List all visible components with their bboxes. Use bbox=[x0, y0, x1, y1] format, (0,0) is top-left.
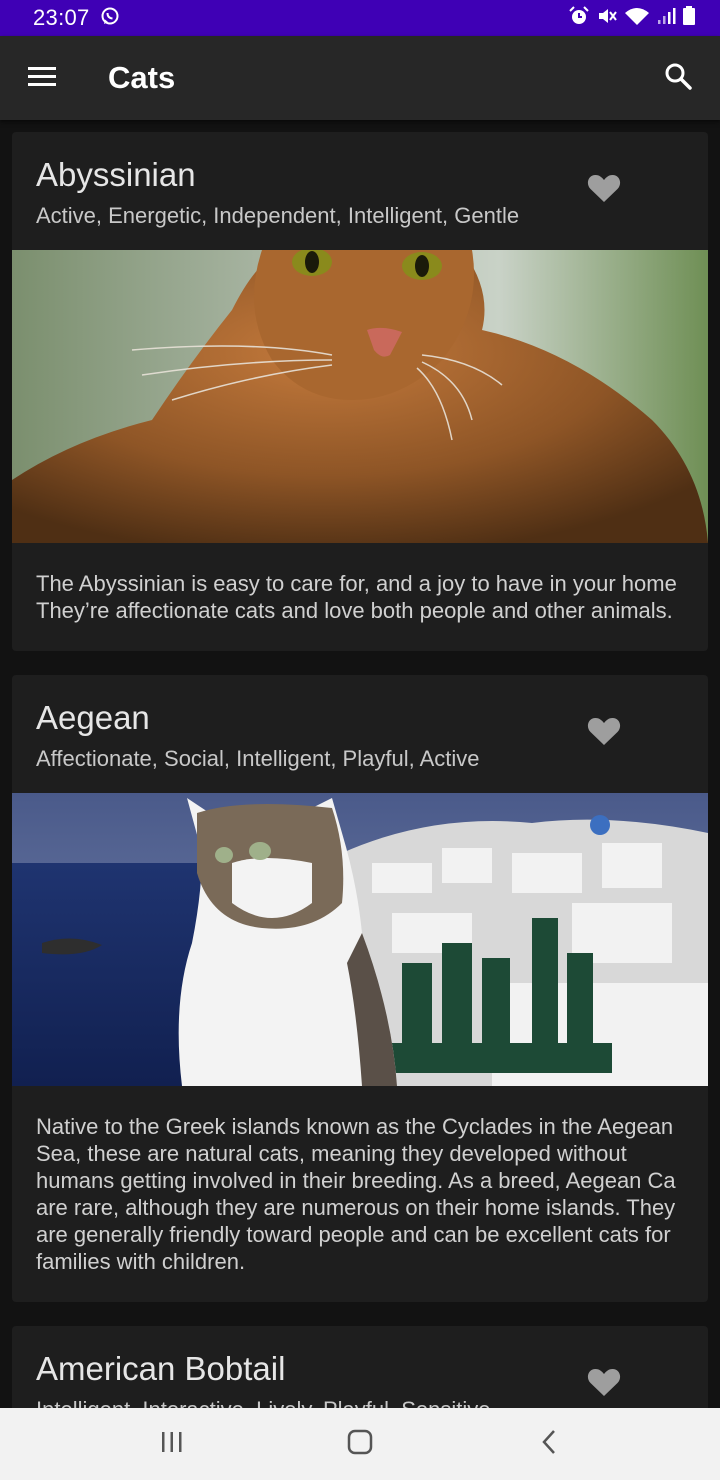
recent-apps-button[interactable] bbox=[152, 1426, 192, 1462]
whatsapp-icon bbox=[100, 6, 120, 31]
back-icon bbox=[540, 1429, 560, 1460]
favorite-button[interactable] bbox=[584, 1364, 624, 1404]
cat-list[interactable]: Abyssinian Active, Energetic, Independen… bbox=[0, 120, 720, 1408]
cat-traits: Active, Energetic, Independent, Intellig… bbox=[36, 203, 520, 228]
cat-card-abyssinian[interactable]: Abyssinian Active, Energetic, Independen… bbox=[12, 132, 708, 651]
search-icon bbox=[663, 61, 693, 96]
battery-icon bbox=[682, 5, 696, 31]
menu-button[interactable] bbox=[0, 36, 84, 120]
app-toolbar: Cats bbox=[0, 36, 720, 120]
cat-photo bbox=[12, 250, 708, 543]
recent-apps-icon bbox=[159, 1430, 185, 1459]
cat-traits: Intelligent, Interactive, Lively, Playfu… bbox=[36, 1397, 490, 1408]
page-title: Cats bbox=[108, 60, 176, 95]
cat-name: Abyssinian bbox=[36, 156, 196, 193]
mute-icon bbox=[596, 6, 618, 31]
card-header: American Bobtail Intelligent, Interactiv… bbox=[12, 1326, 708, 1408]
cat-name: American Bobtail bbox=[36, 1350, 286, 1387]
heart-icon bbox=[587, 716, 621, 751]
status-time: 23:07 bbox=[33, 5, 90, 30]
menu-icon bbox=[27, 65, 57, 92]
cat-traits: Affectionate, Social, Intelligent, Playf… bbox=[36, 746, 480, 771]
back-button[interactable] bbox=[530, 1426, 570, 1462]
heart-icon bbox=[587, 1367, 621, 1402]
card-header: Aegean Affectionate, Social, Intelligent… bbox=[12, 675, 708, 793]
alarm-icon bbox=[568, 5, 590, 31]
cat-card-aegean[interactable]: Aegean Affectionate, Social, Intelligent… bbox=[12, 675, 708, 1302]
signal-icon bbox=[656, 6, 676, 31]
search-button[interactable] bbox=[636, 36, 720, 120]
cat-name: Aegean bbox=[36, 699, 150, 736]
favorite-button[interactable] bbox=[584, 713, 624, 753]
cat-card-american-bobtail[interactable]: American Bobtail Intelligent, Interactiv… bbox=[12, 1326, 708, 1408]
favorite-button[interactable] bbox=[584, 170, 624, 210]
home-button[interactable] bbox=[340, 1426, 380, 1462]
cat-description: Native to the Greek islands known as the… bbox=[36, 1114, 676, 1274]
heart-icon bbox=[587, 173, 621, 208]
cat-photo bbox=[12, 793, 708, 1086]
card-header: Abyssinian Active, Energetic, Independen… bbox=[12, 132, 708, 250]
system-nav-bar bbox=[0, 1408, 720, 1480]
wifi-icon bbox=[624, 6, 650, 31]
cat-description: The Abyssinian is easy to care for, and … bbox=[36, 571, 677, 623]
home-icon bbox=[347, 1429, 373, 1460]
status-bar: 23:07 bbox=[0, 0, 720, 36]
